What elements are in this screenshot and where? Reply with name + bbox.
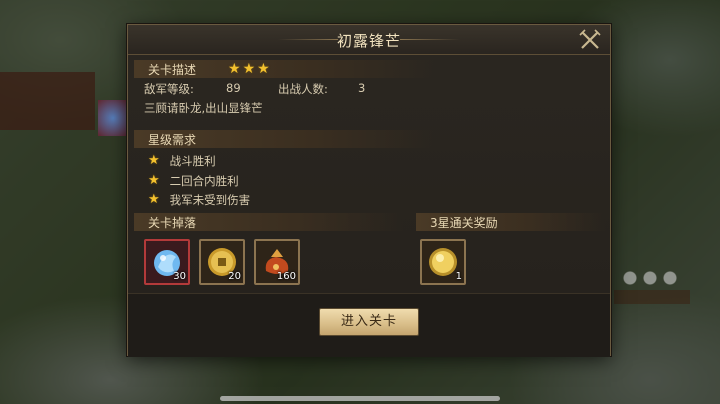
enemy-level-value: 89 [226,81,241,95]
blue-orb-item[interactable]: 30 [144,239,190,285]
star-req-label: 星级需求 [148,133,197,147]
title-ornament-right [400,39,460,40]
background-unit-markers [620,268,680,288]
dialog-title: 初露锋芒 [336,32,401,50]
background-blue-marker [98,100,128,136]
background-building [0,72,95,130]
stage-desc-header: 关卡描述 ★ ★ ★ [134,60,434,78]
requirement-item: ★ 战斗胜利 [148,153,216,169]
requirement-item: ★ 我军未受到伤害 [148,192,250,208]
crossed-swords-close-icon [579,29,601,49]
troops-value: 3 [358,81,366,95]
dialog-titlebar: 初露锋芒 [128,25,610,55]
requirement-item: ★ 二回合内胜利 [148,173,239,189]
item-count: 30 [173,271,186,282]
background-label [614,290,690,304]
stage-description: 三顾请卧龙,出山显锋芒 [144,101,263,115]
item-count: 1 [455,271,462,282]
reward-header: 3星通关奖励 [416,213,606,231]
reward-label: 3星通关奖励 [430,216,498,230]
requirement-text: 二回合内胜利 [169,174,239,188]
requirement-text: 战斗胜利 [169,154,216,168]
enter-stage-button[interactable]: 进入关卡 [319,308,419,336]
item-count: 20 [228,271,241,282]
star-icon: ★ [257,61,270,77]
star-icon: ★ [228,61,241,77]
home-indicator[interactable] [220,396,500,401]
star-icon: ★ [148,173,160,188]
star-req-header: 星级需求 [134,130,434,148]
item-count: 160 [276,271,296,282]
star-icon: ★ [148,153,160,168]
star-icon: ★ [148,192,160,207]
stage-desc-label: 关卡描述 [148,63,197,77]
requirement-text: 我军未受到伤害 [169,193,251,207]
drops-label: 关卡掉落 [148,216,197,230]
troops-label: 出战人数: [278,82,328,96]
close-button[interactable] [578,29,602,51]
stage-star-rating: ★ ★ ★ [228,61,270,77]
star-icon: ★ [242,61,256,77]
drops-header: 关卡掉落 [134,213,404,231]
gold-medal-item[interactable]: 1 [420,239,466,285]
enemy-level-label: 敌军等级: [144,82,194,96]
treasure-bag-item[interactable]: 160 [254,239,300,285]
stage-dialog: 初露锋芒 关卡描述 ★ ★ ★ 敌军等级: 89 出战人数: 3 三顾请卧龙,出… [127,24,611,357]
gold-coin-item[interactable]: 20 [199,239,245,285]
